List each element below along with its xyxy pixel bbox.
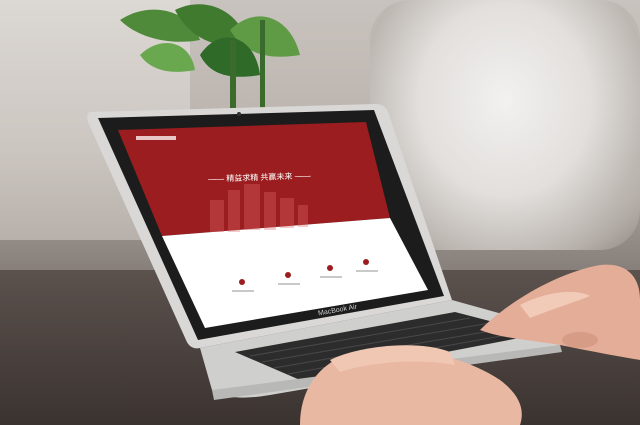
- typing-hands: [300, 264, 640, 425]
- photo-scene: MacBook Air —— 精益求精 共赢未来 ——: [0, 0, 640, 425]
